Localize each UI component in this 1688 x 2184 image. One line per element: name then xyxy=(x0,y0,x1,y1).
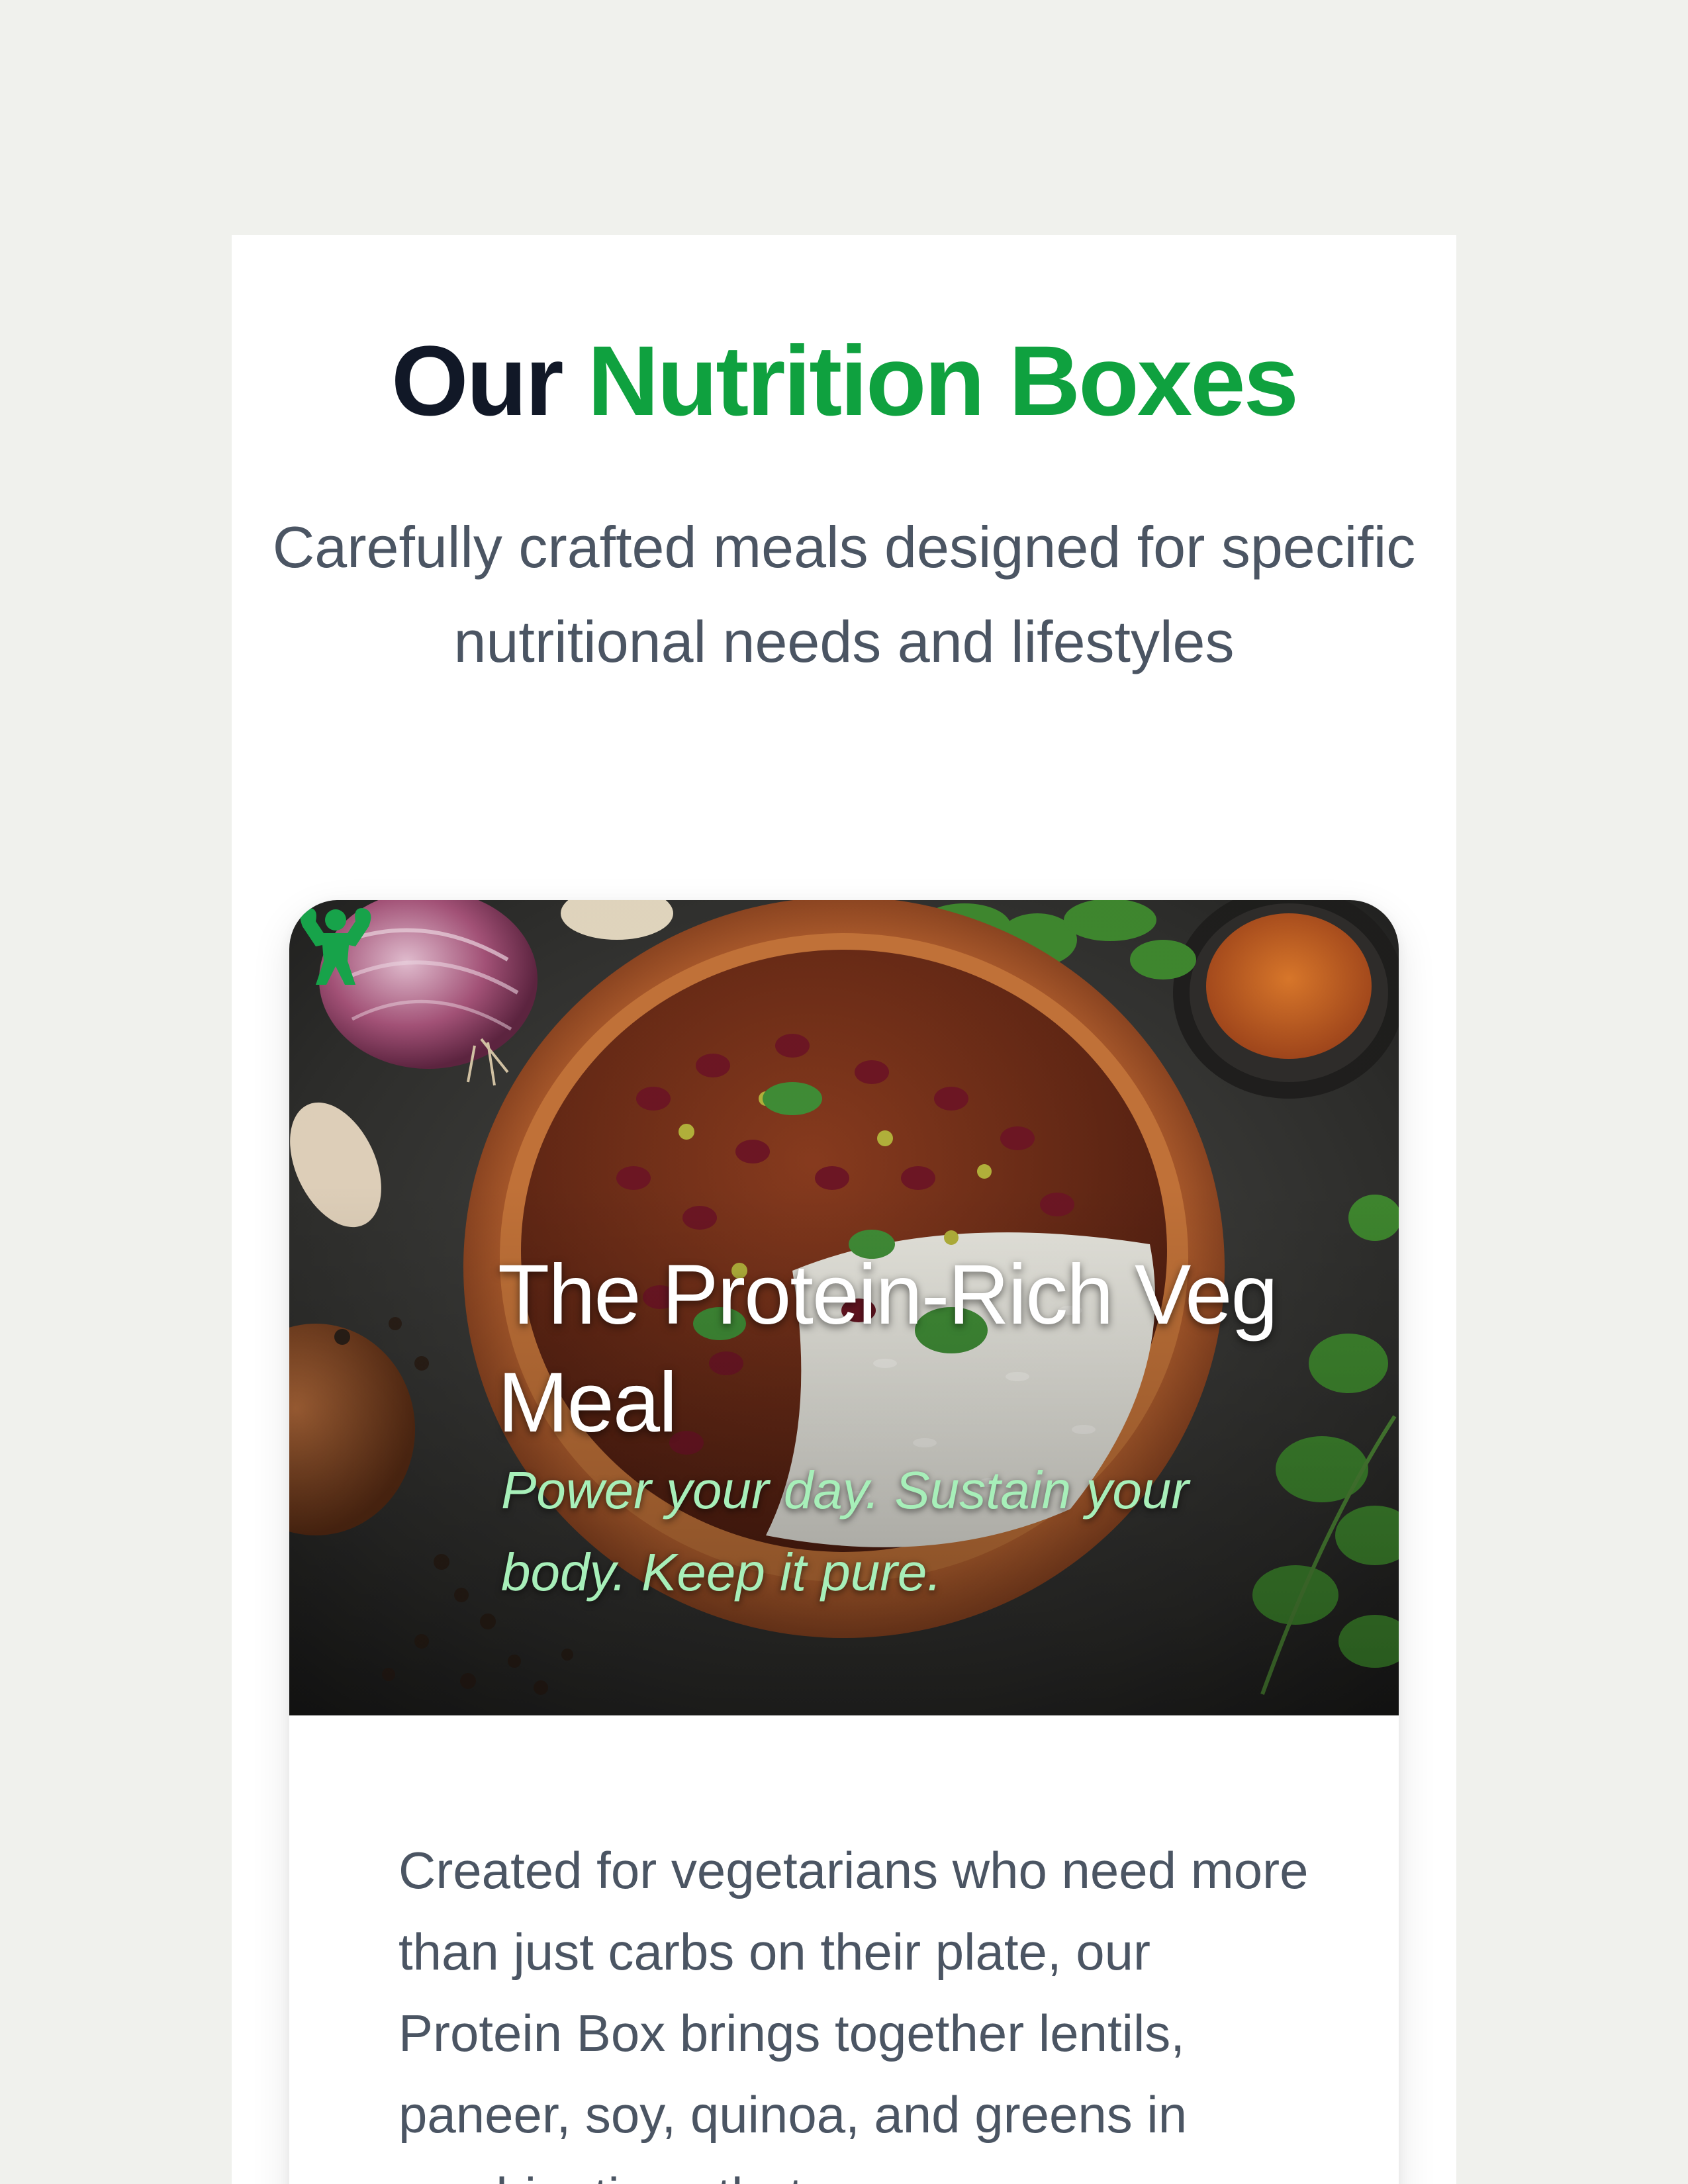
card-tagline: Power your day. Sustain your body. Keep … xyxy=(501,1461,1190,1602)
flexed-muscle-icon xyxy=(300,908,371,985)
card-title: The Protein-Rich Veg Meal xyxy=(498,1248,1278,1450)
nutrition-box-card[interactable]: The Protein-Rich Veg Meal Power your day… xyxy=(289,900,1399,2184)
heading-prefix: Our xyxy=(391,325,564,436)
meal-photo: The Protein-Rich Veg Meal Power your day… xyxy=(289,900,1399,1715)
heading-accent: Nutrition Boxes xyxy=(587,325,1299,436)
section-heading: Our Nutrition Boxes xyxy=(232,321,1456,440)
nutrition-boxes-section: Our Nutrition Boxes Carefully crafted me… xyxy=(232,235,1456,2184)
card-description: Created for vegetarians who need more th… xyxy=(399,1841,1309,2184)
section-subtitle: Carefully crafted meals designed for spe… xyxy=(272,514,1416,674)
